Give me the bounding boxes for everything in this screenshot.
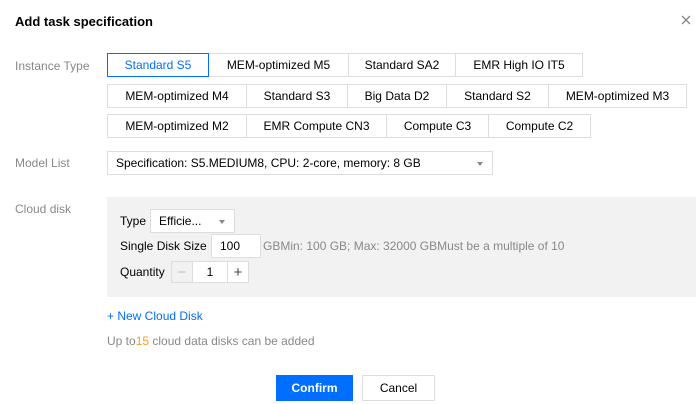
disk-type-value: Efficie... [159,214,202,228]
instance-option-standard-s3[interactable]: Standard S3 [246,84,348,108]
chevron-down-icon [477,162,483,166]
confirm-button[interactable]: Confirm [276,375,353,401]
close-icon[interactable] [679,13,693,27]
dialog-title: Add task specification [15,14,153,29]
instance-option-big-data-d2[interactable]: Big Data D2 [347,84,447,108]
decrement-button[interactable]: − [171,261,193,283]
instance-option-standard-sa2[interactable]: Standard SA2 [348,53,456,77]
disk-size-input[interactable]: 100 [211,234,261,258]
instance-option-compute-c3[interactable]: Compute C3 [386,114,489,138]
disk-type-select[interactable]: Efficie... [150,209,235,233]
new-cloud-disk-link[interactable]: + New Cloud Disk [107,309,203,323]
instance-option-mem-optimized-m3[interactable]: MEM-optimized M3 [548,84,687,108]
disk-size-label: Single Disk Size [120,239,207,253]
instance-option-mem-optimized-m2[interactable]: MEM-optimized M2 [107,114,247,138]
disk-limit-note: Up to15 cloud data disks can be added [107,334,315,348]
model-list-select[interactable]: Specification: S5.MEDIUM8, CPU: 2-core, … [107,151,493,175]
instance-option-emr-high-io-it5[interactable]: EMR High IO IT5 [455,53,583,77]
instance-option-compute-c2[interactable]: Compute C2 [488,114,591,138]
quantity-stepper[interactable]: 1 [192,261,228,283]
cloud-disk-label: Cloud disk [15,202,72,216]
model-list-label: Model List [15,156,70,170]
quantity-label: Quantity [120,265,165,279]
instance-option-standard-s5[interactable]: Standard S5 [107,53,209,77]
instance-option-emr-compute-cn3[interactable]: EMR Compute CN3 [246,114,387,138]
limit-count: 15 [135,334,150,348]
limit-prefix: Up to [107,334,136,348]
instance-option-mem-optimized-m4[interactable]: MEM-optimized M4 [107,84,247,108]
instance-option-mem-optimized-m5[interactable]: MEM-optimized M5 [208,53,349,77]
disk-size-hint: GBMin: 100 GB; Max: 32000 GBMust be a mu… [263,239,565,253]
chevron-down-icon [219,220,225,224]
increment-button[interactable]: + [227,261,249,283]
cancel-button[interactable]: Cancel [362,375,435,401]
instance-option-standard-s2[interactable]: Standard S2 [446,84,549,108]
model-list-value: Specification: S5.MEDIUM8, CPU: 2-core, … [116,156,421,170]
limit-suffix: cloud data disks can be added [149,334,315,348]
instance-type-label: Instance Type [15,59,90,73]
disk-type-label: Type [120,214,147,228]
